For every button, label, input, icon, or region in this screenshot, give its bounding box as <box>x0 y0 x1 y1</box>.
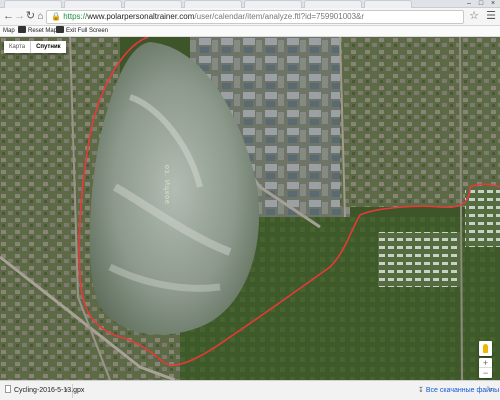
browser-tab[interactable] <box>124 0 182 8</box>
url-host: www.polarpersonaltrainer.com <box>87 12 195 21</box>
map-type-control: Карта Спутник <box>4 41 66 53</box>
chevron-down-icon[interactable]: ▼ <box>63 384 69 398</box>
browser-tab[interactable] <box>64 0 122 8</box>
address-bar[interactable]: 🔒 https://www.polarpersonaltrainer.com/u… <box>46 10 464 24</box>
map-toolbar: Map Reset Map Exit Full Screen <box>0 26 500 37</box>
map-type-satellite-button[interactable]: Спутник <box>30 41 66 53</box>
reset-map-label: Reset Map <box>28 28 58 34</box>
download-file-name: Cycling-2016-5-13.gpx <box>14 387 85 394</box>
download-item[interactable]: Cycling-2016-5-13.gpx ▼ <box>3 384 84 398</box>
download-bar: Cycling-2016-5-13.gpx ▼ ↧ Все скачанные ф… <box>0 380 500 400</box>
minimize-button[interactable]: – <box>464 0 474 7</box>
tab-strip: – □ × <box>0 0 500 8</box>
lock-icon: 🔒 <box>51 12 61 21</box>
bookmark-star-icon[interactable]: ☆ <box>468 10 480 23</box>
show-all-downloads-link[interactable]: ↧ Все скачанные файлы <box>418 384 499 398</box>
download-icon: ↧ <box>418 387 424 394</box>
satellite-map[interactable] <box>0 37 500 380</box>
browser-tab[interactable] <box>4 0 62 8</box>
zoom-out-button[interactable]: − <box>479 368 492 378</box>
reset-map-button[interactable]: Reset Map <box>18 26 57 37</box>
browser-tab[interactable] <box>304 0 362 8</box>
zoom-in-button[interactable]: + <box>479 358 492 368</box>
fullscreen-exit-icon <box>56 26 64 33</box>
map-label: Map <box>3 28 15 34</box>
browser-tab[interactable] <box>244 0 302 8</box>
menu-icon[interactable]: ☰ <box>485 10 497 23</box>
exit-full-screen-label: Exit Full Screen <box>66 28 109 34</box>
close-window-button[interactable]: × <box>488 0 498 7</box>
file-icon <box>5 385 11 393</box>
exit-full-screen-button[interactable]: Exit Full Screen <box>56 26 108 37</box>
browser-tab[interactable] <box>364 0 412 8</box>
pegman-icon <box>483 344 488 353</box>
url-protocol: https:// <box>63 12 88 21</box>
street-view-pegman[interactable] <box>479 341 492 356</box>
close-download-bar-button[interactable]: × <box>489 384 493 398</box>
browser-toolbar: ← → ↻ ⌂ 🔒 https://www.polarpersonaltrain… <box>0 8 500 26</box>
lake-label: оз. Ицкое <box>163 165 170 205</box>
reset-icon <box>18 26 26 33</box>
zoom-control: + − <box>479 358 492 378</box>
browser-tab[interactable] <box>184 0 242 8</box>
map-type-map-button[interactable]: Карта <box>4 41 30 53</box>
url-path: /user/calendar/item/analyze.ftl?id=75990… <box>194 12 365 21</box>
maximize-button[interactable]: □ <box>476 0 486 7</box>
map-imagery <box>0 37 500 380</box>
